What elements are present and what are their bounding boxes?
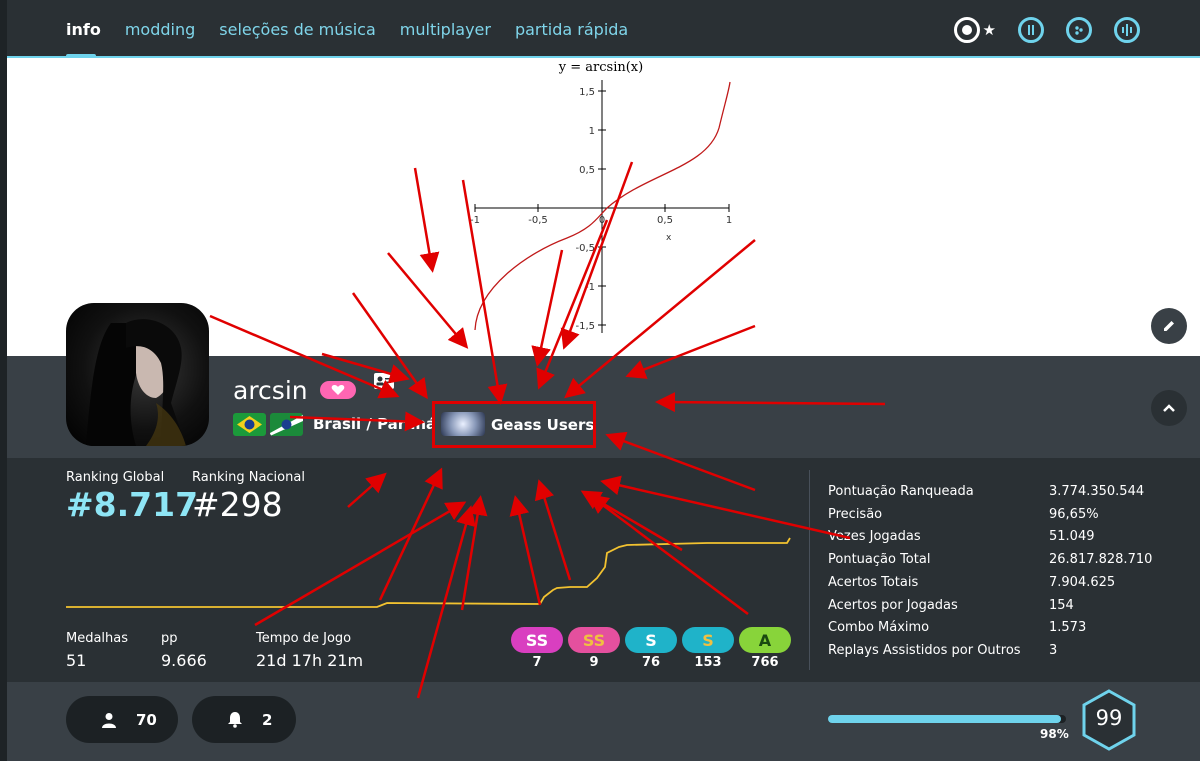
level-progress-fill xyxy=(828,715,1062,723)
stat-label: Precisão xyxy=(828,506,883,522)
grade-badge: SS xyxy=(511,627,563,653)
friends-count: 70 xyxy=(136,710,157,729)
medals-label: Medalhas xyxy=(66,631,129,646)
playtime-value: 21d 17h 21m xyxy=(256,651,364,670)
stat-row: Replays Assistidos por Outros 3 xyxy=(828,643,1168,663)
stat-row: Pontuação Ranqueada 3.774.350.544 xyxy=(828,484,1168,504)
stat-row: Combo Máximo 1.573 xyxy=(828,620,1168,640)
stat-row: Acertos por Jogadas 154 xyxy=(828,598,1168,618)
playtime-label: Tempo de Jogo xyxy=(256,631,352,646)
stat-label: Combo Máximo xyxy=(828,620,930,636)
level-value: 99 xyxy=(1095,706,1123,730)
grade-count: 7 xyxy=(532,655,542,670)
stat-value: 51.049 xyxy=(1049,529,1095,545)
notifications-count: 2 xyxy=(262,710,273,729)
grade-count: 9 xyxy=(589,655,599,670)
grade-badge: S xyxy=(625,627,677,653)
stat-value: 154 xyxy=(1049,597,1074,613)
stat-value: 7.904.625 xyxy=(1049,574,1116,590)
stat-label: Vezes Jogadas xyxy=(828,529,921,545)
grade-badge: S xyxy=(682,627,734,653)
pp-label: pp xyxy=(161,631,178,646)
stat-value: 96,65% xyxy=(1049,506,1099,522)
notifications-button[interactable]: 2 xyxy=(192,696,296,743)
level-progress-bar xyxy=(828,715,1066,723)
grade-count: 766 xyxy=(751,655,779,670)
stat-label: Acertos Totais xyxy=(828,574,919,590)
stat-label: Pontuação Total xyxy=(828,552,931,568)
stat-label: Pontuação Ranqueada xyxy=(828,484,974,499)
pp-value: 9.666 xyxy=(161,651,207,670)
stat-label: Acertos por Jogadas xyxy=(828,597,958,613)
bell-icon xyxy=(225,711,245,728)
rank-history-line xyxy=(66,537,791,608)
user-icon xyxy=(99,712,119,728)
stats-divider xyxy=(809,470,810,670)
profile-frame: info modding seleções de música multipla… xyxy=(7,0,1200,761)
stat-row: Pontuação Total 26.817.828.710 xyxy=(828,552,1168,572)
stat-value: 3.774.350.544 xyxy=(1049,484,1145,499)
stat-value: 26.817.828.710 xyxy=(1049,552,1153,568)
grade-count: 76 xyxy=(641,655,661,670)
stat-value: 1.573 xyxy=(1049,620,1087,636)
grade-badge: SS xyxy=(568,627,620,653)
stat-row: Acertos Totais 7.904.625 xyxy=(828,575,1168,595)
team-highlight-box xyxy=(432,401,596,448)
stat-value: 3 xyxy=(1049,642,1058,658)
stat-label: Replays Assistidos por Outros xyxy=(828,642,1021,658)
friends-button[interactable]: 70 xyxy=(66,696,178,743)
level-progress-label: 98% xyxy=(1040,727,1069,741)
grade-count: 153 xyxy=(694,655,722,670)
grade-badge: A xyxy=(739,627,791,653)
stat-row: Vezes Jogadas 51.049 xyxy=(828,529,1168,549)
stat-row: Precisão 96,65% xyxy=(828,507,1168,527)
medals-value: 51 xyxy=(66,651,87,670)
